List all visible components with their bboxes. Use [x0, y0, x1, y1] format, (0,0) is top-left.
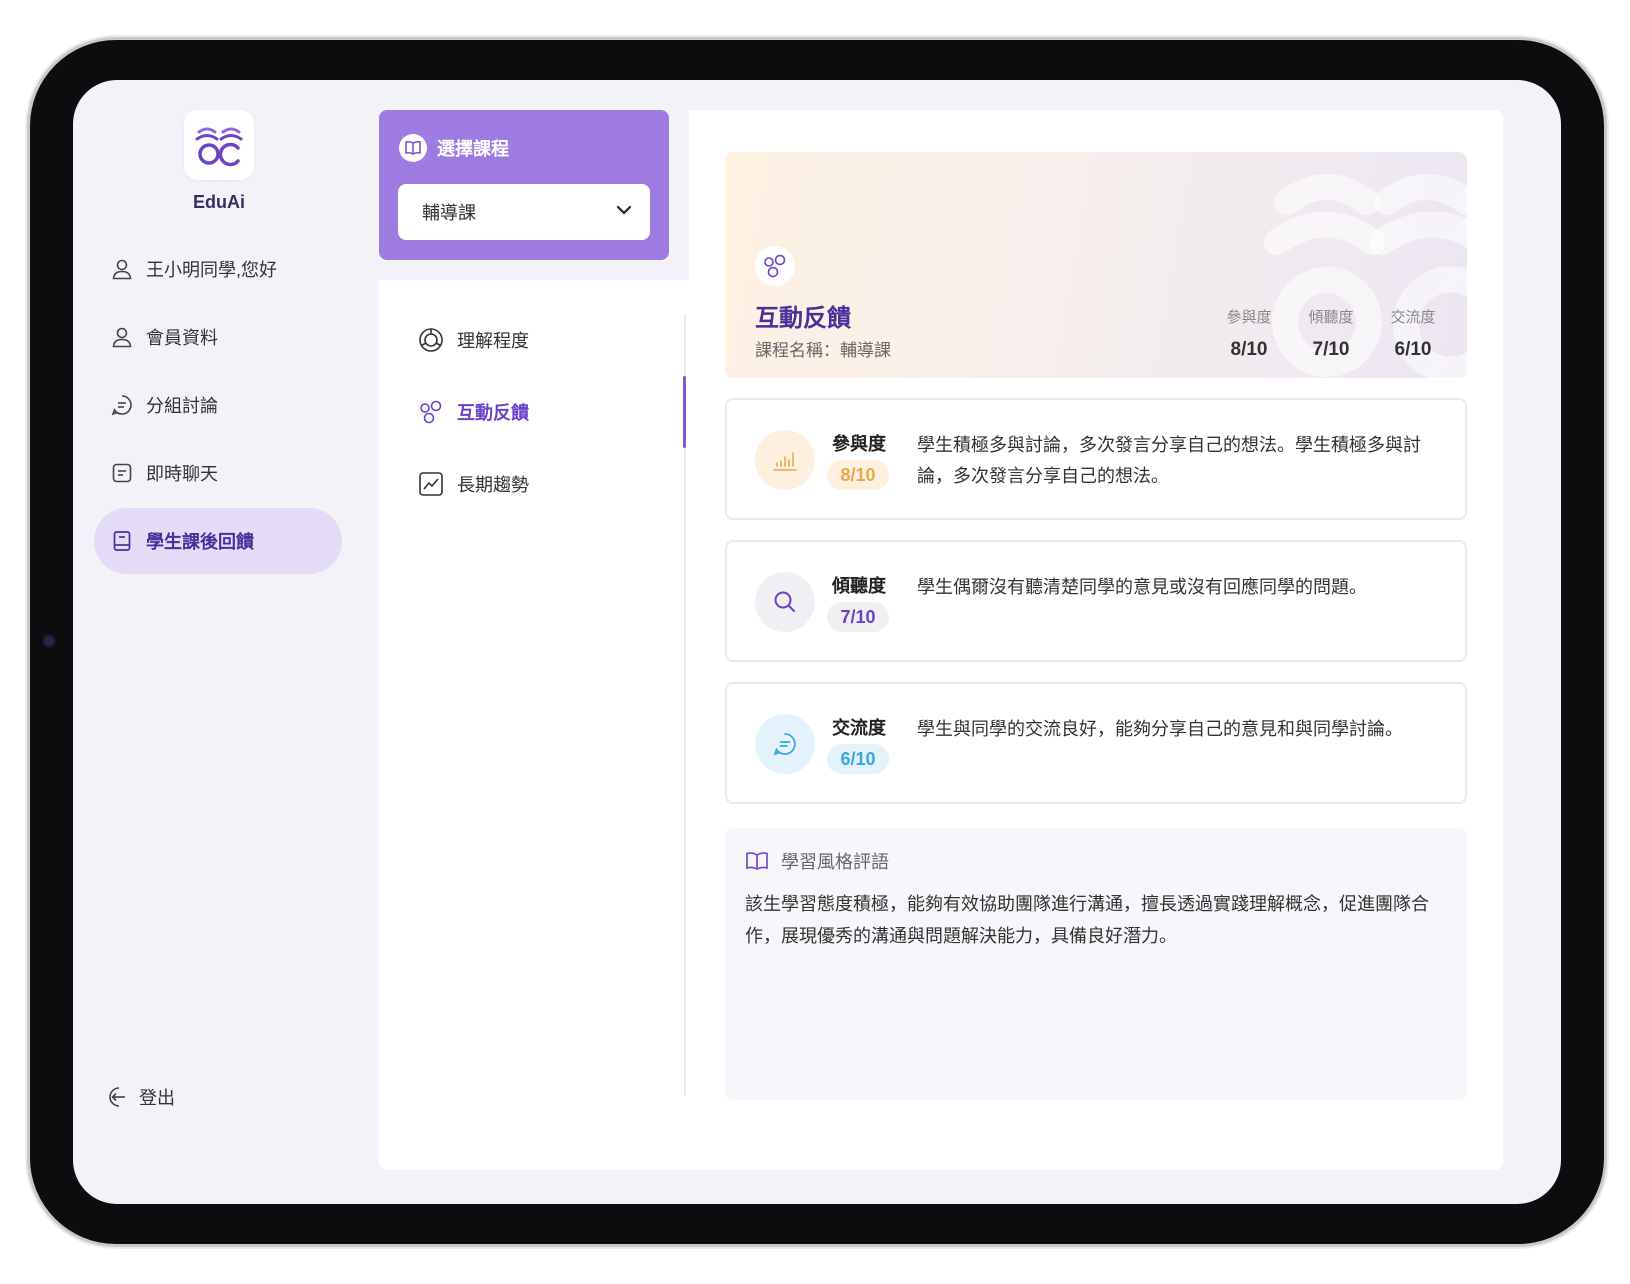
- metric-score-badge: 7/10: [827, 602, 889, 632]
- sidebar-item-greeting[interactable]: 王小明同學,您好: [94, 236, 342, 302]
- metric-description: 學生積極多與討論，多次發言分享自己的想法。學生積極多與討論，多次發言分享自己的想…: [917, 435, 1421, 486]
- page-title: 互動反饋: [755, 305, 851, 332]
- stat-value: 7/10: [1312, 339, 1350, 360]
- metric-description: 學生偶爾沒有聽清楚同學的意見或沒有回應同學的問題。: [917, 577, 1367, 597]
- main-content: 互動反饋 課程名稱：輔導課 參與度 8/10 傾聽度 7/10 交流度 6/10: [689, 110, 1503, 1170]
- metric-description: 學生與同學的交流良好，能夠分享自己的意見和與同學討論。: [917, 719, 1403, 739]
- course-name-subtitle: 課程名稱：輔導課: [755, 341, 891, 360]
- sidebar-item-label: 學生課後回饋: [146, 532, 254, 552]
- chat-bubble-icon: [755, 714, 815, 774]
- summary-stat-communication: 交流度 6/10: [1383, 306, 1443, 361]
- course-selector-label: 選擇課程: [399, 134, 509, 162]
- course-dropdown[interactable]: 輔導課: [398, 184, 650, 240]
- user-icon: [110, 325, 134, 349]
- sidebar-item-label: 即時聊天: [146, 464, 218, 484]
- learning-style-text: 該生學習態度積極，能夠有效協助團隊進行溝通，擅長透過實踐理解概念，促進團隊合作，…: [745, 894, 1429, 946]
- sidebar-item-student-feedback[interactable]: 學生課後回饋: [94, 508, 342, 574]
- course-selected-value: 輔導課: [422, 203, 476, 223]
- sidebar-item-label: 分組討論: [146, 396, 218, 416]
- metric-card-listening: 傾聽度 7/10 學生偶爾沒有聽清楚同學的意見或沒有回應同學的問題。: [725, 540, 1467, 662]
- submenu-item-label: 理解程度: [457, 331, 529, 351]
- user-icon: [110, 257, 134, 281]
- submenu-item-label: 長期趨勢: [457, 475, 529, 495]
- learning-style-header: 學習風格評語: [745, 848, 889, 874]
- logout-label: 登出: [139, 1088, 175, 1108]
- sidebar-item-live-chat[interactable]: 即時聊天: [94, 440, 342, 506]
- bubbles-icon: [417, 398, 445, 426]
- feedback-submenu: 理解程度 互動反饋 長期趨勢: [379, 280, 689, 1170]
- app-logo: [184, 110, 254, 180]
- submenu-item-label: 互動反饋: [457, 403, 529, 423]
- message-square-icon: [110, 461, 134, 485]
- course-selector-panel: 選擇課程 輔導課: [379, 110, 669, 260]
- stat-label: 傾聽度: [1308, 309, 1354, 326]
- stat-label: 交流度: [1390, 309, 1436, 326]
- submenu-item-understanding[interactable]: 理解程度: [417, 326, 529, 354]
- metric-score-badge: 8/10: [827, 460, 889, 490]
- feedback-summary-card: 互動反饋 課程名稱：輔導課 參與度 8/10 傾聽度 7/10 交流度 6/10: [725, 152, 1467, 378]
- sidebar-item-label: 會員資料: [146, 328, 218, 348]
- learning-style-title: 學習風格評語: [781, 852, 889, 872]
- metric-name: 參與度: [832, 434, 886, 454]
- chat-bubble-icon: [110, 393, 134, 417]
- metric-name: 交流度: [832, 718, 886, 738]
- stat-value: 8/10: [1230, 339, 1268, 360]
- tablet-frame: EduAi 王小明同學,您好 會員資料 分組討論 即時聊天 學生課後回饋 登出 …: [30, 40, 1604, 1244]
- stat-value: 6/10: [1394, 339, 1432, 360]
- summary-stat-listening: 傾聽度 7/10: [1301, 306, 1361, 361]
- trend-chart-icon: [417, 470, 445, 498]
- submenu-active-indicator: [683, 376, 686, 448]
- metric-name: 傾聽度: [832, 576, 886, 596]
- camera-dot: [44, 636, 54, 646]
- sidebar-item-group-discussion[interactable]: 分組討論: [94, 372, 342, 438]
- bubbles-icon: [755, 246, 795, 286]
- app-name: EduAi: [193, 192, 245, 212]
- open-book-icon: [745, 850, 769, 872]
- stat-label: 參與度: [1226, 309, 1272, 326]
- metric-card-participation: 參與度 8/10 學生積極多與討論，多次發言分享自己的想法。學生積極多與討論，多…: [725, 398, 1467, 520]
- sidebar: EduAi 王小明同學,您好 會員資料 分組討論 即時聊天 學生課後回饋 登出: [73, 80, 353, 1204]
- metric-score-badge: 6/10: [827, 744, 889, 774]
- target-icon: [417, 326, 445, 354]
- sidebar-item-profile[interactable]: 會員資料: [94, 304, 342, 370]
- summary-stat-participation: 參與度 8/10: [1219, 306, 1279, 361]
- metric-card-communication: 交流度 6/10 學生與同學的交流良好，能夠分享自己的意見和與同學討論。: [725, 682, 1467, 804]
- course-label-text: 選擇課程: [437, 139, 509, 159]
- open-book-icon: [399, 134, 427, 162]
- submenu-item-trend[interactable]: 長期趨勢: [417, 470, 529, 498]
- logout-icon: [105, 1085, 129, 1109]
- learning-style-card: 學習風格評語 該生學習態度積極，能夠有效協助團隊進行溝通，擅長透過實踐理解概念，…: [725, 828, 1467, 1100]
- sidebar-nav: 王小明同學,您好 會員資料 分組討論 即時聊天 學生課後回饋: [94, 236, 342, 576]
- logout-button[interactable]: 登出: [105, 1084, 175, 1110]
- bar-chart-icon: [755, 430, 815, 490]
- sidebar-item-label: 王小明同學,您好: [146, 260, 278, 280]
- search-icon: [755, 572, 815, 632]
- chevron-down-icon: [614, 200, 634, 225]
- app-screen: EduAi 王小明同學,您好 會員資料 分組討論 即時聊天 學生課後回饋 登出 …: [73, 80, 1561, 1204]
- eduai-logo-icon: [195, 127, 243, 167]
- submenu-item-interaction[interactable]: 互動反饋: [417, 398, 529, 426]
- book-icon: [110, 529, 134, 553]
